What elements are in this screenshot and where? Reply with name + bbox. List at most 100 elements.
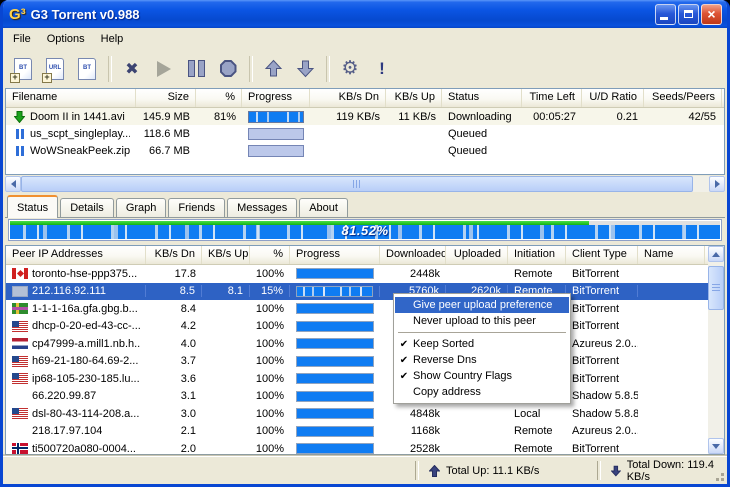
thumb-grip-icon xyxy=(353,180,362,188)
peer-row[interactable]: 218.17.97.1042.1100%1168kRemoteAzureus 2… xyxy=(6,423,724,441)
peer-row[interactable]: dsl-80-43-114-208.a...3.0100%4848kLocalS… xyxy=(6,405,724,423)
context-menu-item[interactable]: ✔Keep Sorted xyxy=(395,336,569,352)
peer-cell-percent: 100% xyxy=(250,268,290,280)
peer-column-header-kbs_dn[interactable]: KB/s Dn xyxy=(146,246,202,264)
context-menu-item[interactable]: Copy address xyxy=(395,384,569,400)
tab-about[interactable]: About xyxy=(299,198,348,217)
context-menu-item[interactable]: ✔Show Country Flags xyxy=(395,368,569,384)
peer-column-header-progress[interactable]: Progress xyxy=(290,246,380,264)
torrent-column-header-ud_ratio[interactable]: U/D Ratio xyxy=(582,89,644,107)
peer-cell-kbs_dn: 3.7 xyxy=(146,355,202,367)
tab-details[interactable]: Details xyxy=(60,198,114,217)
stop-torrent-button[interactable] xyxy=(214,54,242,84)
context-menu-item[interactable]: Never upload to this peer xyxy=(395,313,569,329)
torrent-row[interactable]: us_scpt_singleplay...118.6 MBQueued xyxy=(6,125,724,142)
add-torrent-file-button[interactable]: BT+ xyxy=(9,54,37,84)
title-bar[interactable]: G³ G3 Torrent v0.988 × xyxy=(0,0,730,28)
peer-row[interactable]: h69-21-180-64.69-2...3.7100%BitTorrent xyxy=(6,353,724,371)
resize-grip[interactable] xyxy=(721,478,724,481)
torrent-column-header-kbs_up[interactable]: KB/s Up xyxy=(386,89,442,107)
peer-progress-bar xyxy=(296,443,374,454)
peer-cell-ip: ip68-105-230-185.lu... xyxy=(6,373,146,385)
vertical-scrollbar[interactable] xyxy=(708,246,724,454)
context-menu-item[interactable]: Give peer upload preference xyxy=(395,297,569,313)
torrent-row[interactable]: Doom II in 1441.avi145.9 MB81%119 KB/s11… xyxy=(6,108,724,125)
peer-cell-initiation: Remote xyxy=(508,268,566,280)
peer-column-header-downloaded[interactable]: Downloaded xyxy=(380,246,446,264)
peer-cell-percent: 100% xyxy=(250,338,290,350)
peer-column-header-initiation[interactable]: Initiation xyxy=(508,246,566,264)
scroll-left-button[interactable] xyxy=(5,176,21,192)
peer-row[interactable]: ti500720a080-0004...2.0100%2528kRemoteBi… xyxy=(6,440,724,455)
torrent-column-header-progress[interactable]: Progress xyxy=(242,89,310,107)
peer-column-header-name[interactable]: Name xyxy=(638,246,705,264)
close-icon: × xyxy=(707,7,715,21)
tab-status[interactable]: Status xyxy=(7,195,58,218)
peer-row[interactable]: 212.116.92.1118.58.115%5760k2620kRemoteB… xyxy=(6,283,724,301)
start-torrent-button[interactable] xyxy=(150,54,178,84)
context-menu-item[interactable]: ✔Reverse Dns xyxy=(395,352,569,368)
torrent-cell-ud_ratio: 0.21 xyxy=(582,111,644,123)
peer-cell-ip: h69-21-180-64.69-2... xyxy=(6,355,146,367)
peer-row[interactable]: 1-1-1-16a.gfa.gbg.b...8.4100%BitTorrent xyxy=(6,300,724,318)
toolbar-separator xyxy=(249,56,253,82)
move-down-button[interactable] xyxy=(291,54,319,84)
vscroll-thumb[interactable] xyxy=(708,266,724,310)
torrent-column-header-seeds_peers[interactable]: Seeds/Peers xyxy=(644,89,722,107)
maximize-button[interactable] xyxy=(678,4,699,25)
pause-torrent-button[interactable] xyxy=(182,54,210,84)
menu-item-file[interactable]: File xyxy=(5,30,39,48)
peer-cell-downloaded: 4848k xyxy=(380,408,446,420)
peer-cell-ip: ti500720a080-0004... xyxy=(6,443,146,455)
peer-row[interactable]: 66.220.99.873.1100%Shadow 5.8.5 xyxy=(6,388,724,406)
peer-column-header-client[interactable]: Client Type xyxy=(566,246,638,264)
torrent-column-header-filename[interactable]: Filename xyxy=(6,89,136,107)
peer-column-header-kbs_up[interactable]: KB/s Up xyxy=(202,246,250,264)
peer-column-header-uploaded[interactable]: Uploaded xyxy=(446,246,508,264)
torrent-cell-status: Downloading xyxy=(442,111,522,123)
close-button[interactable]: × xyxy=(701,4,722,25)
flag-usa-icon xyxy=(12,408,28,419)
torrent-column-header-percent[interactable]: % xyxy=(196,89,242,107)
peer-progress-bar xyxy=(296,338,374,349)
peer-row[interactable]: toronto-hse-ppp375...17.8100%2448kRemote… xyxy=(6,265,724,283)
scroll-right-button[interactable] xyxy=(709,176,725,192)
torrent-column-header-time_left[interactable]: Time Left xyxy=(522,89,582,107)
preferences-button[interactable]: ⚙ xyxy=(336,54,364,84)
peer-progress-bar xyxy=(296,356,374,367)
menu-item-help[interactable]: Help xyxy=(93,30,132,48)
tab-messages[interactable]: Messages xyxy=(227,198,297,217)
tab-graph[interactable]: Graph xyxy=(116,198,167,217)
add-torrent-url-button[interactable]: URL+ xyxy=(41,54,69,84)
peer-progress-bar xyxy=(296,268,374,279)
peer-ip-text: 1-1-1-16a.gfa.gbg.b... xyxy=(32,303,138,315)
peer-cell-client: Shadow 5.8.8 xyxy=(566,408,638,420)
torrent-row[interactable]: WoWSneakPeek.zip66.7 MBQueued xyxy=(6,142,724,159)
torrent-column-header-size[interactable]: Size xyxy=(136,89,196,107)
alert-button[interactable]: ! xyxy=(368,54,396,84)
tab-friends[interactable]: Friends xyxy=(168,198,225,217)
torrent-cell-kbs_dn: 119 KB/s xyxy=(310,111,386,123)
check-icon: ✔ xyxy=(395,355,413,366)
peer-list: Peer IP AddressesKB/s DnKB/s Up%Progress… xyxy=(5,245,725,455)
peer-row[interactable]: ip68-105-230-185.lu...3.6100%BitTorrent xyxy=(6,370,724,388)
horizontal-scrollbar[interactable] xyxy=(5,176,725,192)
peer-row[interactable]: dhcp-0-20-ed-43-cc-...4.2100%BitTorrent xyxy=(6,318,724,336)
peer-column-header-percent[interactable]: % xyxy=(250,246,290,264)
move-up-button[interactable] xyxy=(259,54,287,84)
peer-cell-ip: dhcp-0-20-ed-43-cc-... xyxy=(6,320,146,332)
peer-cell-progress xyxy=(290,443,380,454)
scroll-down-button[interactable] xyxy=(708,438,724,454)
menu-item-options[interactable]: Options xyxy=(39,30,93,48)
peer-row[interactable]: cp47999-a.mill1.nb.h...4.0100%Azureus 2.… xyxy=(6,335,724,353)
open-torrent-button[interactable]: BT xyxy=(73,54,101,84)
torrent-column-header-status[interactable]: Status xyxy=(442,89,522,107)
peer-cell-kbs_dn: 3.6 xyxy=(146,373,202,385)
minimize-button[interactable] xyxy=(655,4,676,25)
scroll-up-button[interactable] xyxy=(708,246,724,262)
peer-cell-kbs_dn: 2.0 xyxy=(146,443,202,455)
torrent-column-header-kbs_dn[interactable]: KB/s Dn xyxy=(310,89,386,107)
remove-torrent-button[interactable]: ✖ xyxy=(118,54,146,84)
peer-column-header-ip[interactable]: Peer IP Addresses xyxy=(6,246,146,264)
hscroll-thumb[interactable] xyxy=(21,176,693,192)
